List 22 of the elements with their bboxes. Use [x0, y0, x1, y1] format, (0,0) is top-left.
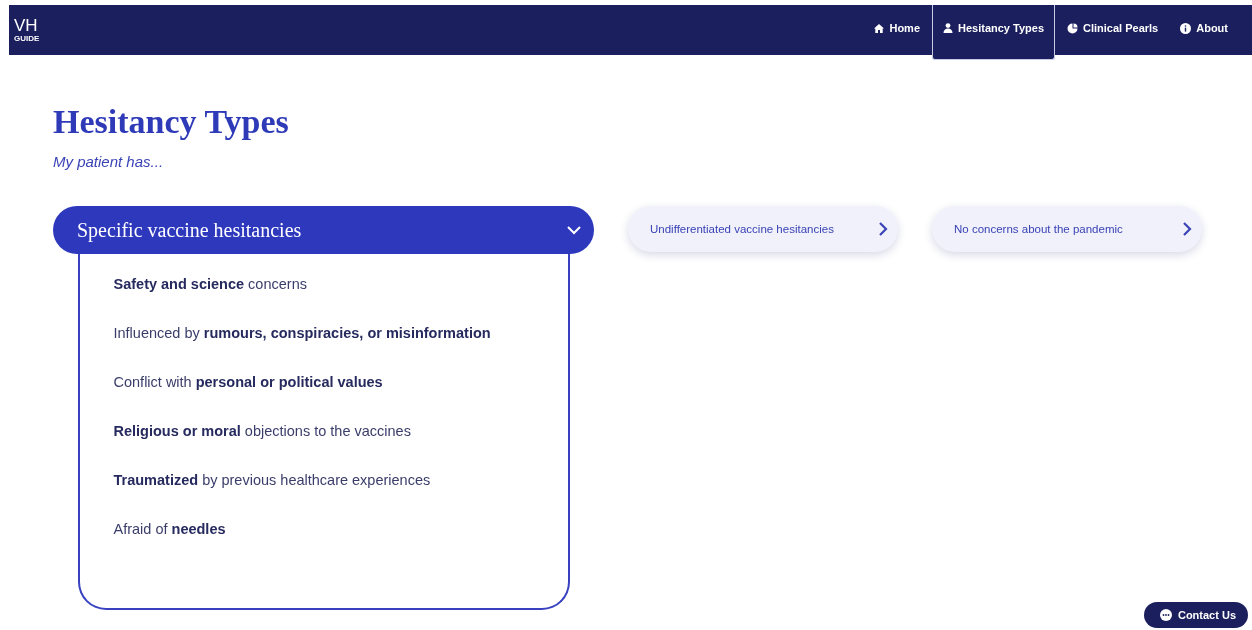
- hesitancy-link[interactable]: Afraid of needles: [113, 521, 568, 537]
- home-icon: [874, 23, 885, 33]
- category-button[interactable]: No concerns about the pandemic: [932, 206, 1202, 252]
- chevron-right-icon: [878, 221, 888, 237]
- page-subtitle: My patient has...: [53, 153, 165, 170]
- contact-button[interactable]: Contact Us: [1143, 602, 1248, 628]
- chat-icon: [1159, 609, 1172, 621]
- accordion-header[interactable]: Specific vaccine hesitancies: [53, 206, 594, 254]
- chevron-down-icon: [566, 225, 582, 235]
- hesitancy-link[interactable]: Influenced by rumours, conspiracies, or misinformation: [113, 325, 568, 341]
- pie-icon: [1067, 22, 1078, 34]
- hesitancy-link[interactable]: Traumatized by previous healthcare experiences: [113, 472, 568, 488]
- page-title: Hesitancy Types: [53, 103, 290, 141]
- user-icon: [943, 22, 953, 33]
- chevron-right-icon: [1182, 221, 1192, 237]
- nav-tab[interactable]: Hesitancy Types: [932, 5, 1055, 60]
- category-button[interactable]: Undifferentiated vaccine hesitancies: [628, 206, 898, 252]
- info-icon: [1180, 22, 1192, 34]
- hesitancy-link[interactable]: Religious or moral objections to the vaccines: [113, 423, 568, 439]
- hesitancy-link[interactable]: Safety and science concerns: [113, 276, 568, 292]
- logo[interactable]: VH GUIDE: [14, 5, 40, 55]
- hesitancy-link[interactable]: Conflict with personal or political values: [113, 374, 568, 390]
